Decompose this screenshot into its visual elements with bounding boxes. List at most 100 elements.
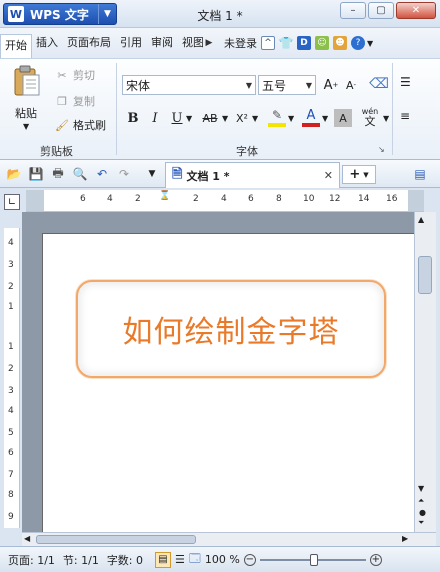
redo-icon[interactable]: ↷ <box>116 166 132 182</box>
document-tab[interactable]: 🗎 文档 1 * ✕ <box>165 162 340 188</box>
save-icon[interactable]: 💾 <box>28 166 44 182</box>
cut-button[interactable]: ✂ 剪切 <box>55 67 95 83</box>
section-indicator[interactable]: 节: 1/1 <box>59 552 103 568</box>
text-shape[interactable]: 如何绘制金字塔 <box>76 280 386 378</box>
format-painter-label: 格式刷 <box>73 119 106 132</box>
open-folder-icon[interactable]: 📂 <box>6 166 22 182</box>
paste-button[interactable]: 粘贴 <box>15 105 37 121</box>
page-view-icon[interactable]: ▤ <box>155 551 172 568</box>
divider <box>392 63 393 155</box>
document-page[interactable] <box>42 233 414 533</box>
format-painter-button[interactable]: 🖌 格式刷 <box>55 117 106 133</box>
print-preview-icon[interactable]: 🔍 <box>72 166 88 182</box>
tab-insert[interactable]: 插入 <box>32 32 63 54</box>
shrink-font-button[interactable]: A- <box>342 76 360 94</box>
tab-view[interactable]: 视图 <box>178 32 204 54</box>
collapse-ribbon-icon[interactable]: ^ <box>261 36 275 50</box>
web-view-icon[interactable]: 🗔 <box>189 550 201 569</box>
wps-menu-button[interactable]: W WPS 文字 ▼ <box>3 3 117 25</box>
page-indicator[interactable]: 页面: 1/1 <box>4 552 59 568</box>
minimize-button[interactable]: – <box>340 2 366 19</box>
undo-icon[interactable]: ↶ <box>94 166 110 182</box>
divider <box>116 63 117 155</box>
maximize-button[interactable]: ▢ <box>368 2 394 19</box>
tab-stop-selector[interactable]: ∟ <box>4 194 20 210</box>
clipboard-group-label: 剪贴板 <box>40 145 73 158</box>
next-page-icon[interactable]: ⏷ <box>418 518 424 528</box>
indent-marker-icon[interactable]: ⌛ <box>159 192 170 201</box>
phonetic-guide-button[interactable]: wén 文 <box>358 105 382 129</box>
docer-icon[interactable]: D <box>297 36 311 50</box>
chevron-down-icon: ▼ <box>305 80 313 90</box>
chevron-down-icon[interactable]: ▼ <box>98 4 116 24</box>
grow-font-button[interactable]: A + <box>322 76 340 94</box>
zoom-out-icon[interactable]: − <box>243 553 256 566</box>
users-icon[interactable]: ☺ <box>315 36 329 50</box>
outline-view-icon[interactable]: ☰ <box>175 553 185 566</box>
zoom-in-icon[interactable]: + <box>369 553 382 566</box>
font-color-button[interactable]: A <box>302 107 320 127</box>
scroll-right-icon[interactable]: ▶ <box>402 534 408 543</box>
highlight-icon[interactable]: ✎ <box>268 107 286 127</box>
underline-button[interactable]: U <box>168 109 186 127</box>
scroll-thumb-horizontal[interactable] <box>36 535 196 544</box>
scroll-left-icon[interactable]: ◀ <box>24 534 30 543</box>
customize-toolbar-icon[interactable]: ▼ <box>144 166 160 182</box>
paste-dropdown-icon[interactable]: ▼ <box>23 122 29 131</box>
select-browse-object-icon[interactable]: ● <box>419 508 426 517</box>
superscript-dropdown-icon[interactable]: ▼ <box>252 114 258 123</box>
italic-button[interactable]: I <box>146 109 164 127</box>
word-count[interactable]: 字数: 0 <box>103 552 147 568</box>
close-button[interactable]: ✕ <box>396 2 436 19</box>
tab-references[interactable]: 引用 <box>116 32 147 54</box>
new-tab-button[interactable]: + ▼ <box>342 165 376 184</box>
highlight-dropdown-icon[interactable]: ▼ <box>288 114 294 123</box>
strikethrough-dropdown-icon[interactable]: ▼ <box>222 114 228 123</box>
superscript-button[interactable]: X² <box>232 109 252 127</box>
phonetic-dropdown-icon[interactable]: ▼ <box>383 114 389 123</box>
document-tab-name: 文档 1 * <box>186 169 230 183</box>
vertical-scrollbar[interactable]: ▲ ▼ ⏶ ● ⏷ <box>414 212 436 532</box>
zoom-level[interactable]: 100 % <box>201 553 244 566</box>
tab-scroll-right-icon[interactable]: ▶ <box>204 38 214 48</box>
shape-text[interactable]: 如何绘制金字塔 <box>123 307 340 351</box>
bullet-list-icon[interactable]: ☰ <box>400 75 411 89</box>
tab-review[interactable]: 审阅 <box>147 32 178 54</box>
scroll-up-icon[interactable]: ▲ <box>418 215 424 224</box>
scroll-down-icon[interactable]: ▼ <box>418 484 424 493</box>
bold-button[interactable]: B <box>124 109 142 127</box>
community-icon[interactable]: ☻ <box>333 36 347 50</box>
strikethrough-button[interactable]: AB <box>198 109 222 127</box>
ribbon: 粘贴 ▼ ✂ 剪切 ❐ 复制 🖌 格式刷 剪贴板 宋体 ▼ 五号 ▼ A + A-… <box>0 58 440 160</box>
help-icon[interactable]: ? <box>351 36 365 50</box>
clear-format-icon[interactable]: ⌫ <box>369 75 389 93</box>
char-shading-button[interactable]: A <box>334 109 352 127</box>
print-icon[interactable]: 🖶 <box>50 166 66 182</box>
font-dialog-launcher-icon[interactable]: ↘ <box>378 145 385 154</box>
vertical-ruler[interactable]: 4 3 2 1 1 2 3 4 5 6 7 8 9 <box>4 228 20 528</box>
zoom-slider[interactable] <box>259 553 366 566</box>
align-icon[interactable]: ≡ <box>400 109 410 123</box>
skin-icon[interactable]: 👕 <box>279 36 294 50</box>
horizontal-ruler[interactable]: ⌛ 6 4 2 2 4 6 8 10 12 14 16 <box>26 190 424 212</box>
underline-dropdown-icon[interactable]: ▼ <box>186 114 192 123</box>
font-name-select[interactable]: 宋体 ▼ <box>122 75 256 95</box>
zoom-slider-thumb[interactable] <box>309 553 318 566</box>
task-pane-icon[interactable]: ▤ <box>412 166 428 182</box>
font-color-dropdown-icon[interactable]: ▼ <box>322 114 328 123</box>
tab-page-layout[interactable]: 页面布局 <box>63 32 116 54</box>
copy-button[interactable]: ❐ 复制 <box>55 93 95 109</box>
cut-label: 剪切 <box>73 69 95 82</box>
paste-icon[interactable] <box>12 65 42 97</box>
tab-home[interactable]: 开始 <box>0 34 32 58</box>
font-name-value: 宋体 <box>126 78 151 93</box>
previous-page-icon[interactable]: ⏶ <box>418 496 424 506</box>
ruler-tick-label: 2 <box>8 364 14 374</box>
login-link[interactable]: 未登录 <box>224 35 257 51</box>
font-size-select[interactable]: 五号 ▼ <box>258 75 316 95</box>
scroll-thumb[interactable] <box>418 256 432 294</box>
horizontal-scrollbar[interactable]: ◀ ▶ <box>22 532 436 546</box>
ruler-tick-label: 8 <box>8 490 14 500</box>
help-dropdown-icon[interactable]: ▼ <box>367 39 373 48</box>
close-tab-icon[interactable]: ✕ <box>324 169 333 182</box>
